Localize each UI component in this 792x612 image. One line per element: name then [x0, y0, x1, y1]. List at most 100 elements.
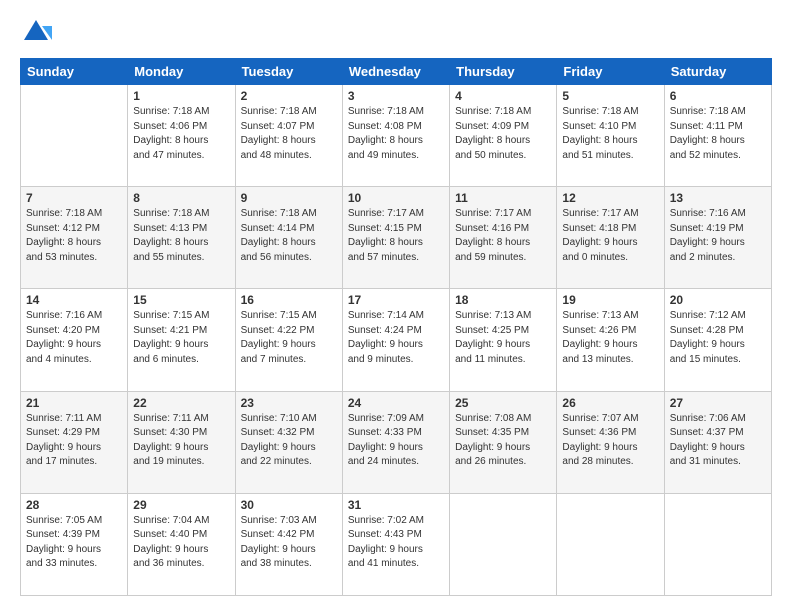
day-info: Sunrise: 7:17 AMSunset: 4:16 PMDaylight:… — [455, 207, 551, 265]
day-number: 20 — [670, 293, 766, 307]
weekday-tuesday: Tuesday — [235, 59, 342, 85]
day-info: Sunrise: 7:18 AMSunset: 4:06 PMDaylight:… — [133, 105, 229, 163]
day-number: 22 — [133, 396, 229, 410]
day-number: 7 — [26, 191, 122, 205]
calendar-cell: 13 Sunrise: 7:16 AMSunset: 4:19 PMDayligh… — [664, 187, 771, 289]
day-info: Sunrise: 7:03 AMSunset: 4:42 PMDaylight:… — [241, 514, 337, 572]
day-number: 29 — [133, 498, 229, 512]
day-number: 23 — [241, 396, 337, 410]
calendar-cell: 31Sunrise: 7:02 AMSunset: 4:43 PMDayligh… — [342, 493, 449, 595]
calendar-cell: 28 Sunrise: 7:05 AMSunset: 4:39 PMDayligh… — [21, 493, 128, 595]
day-info: Sunrise: 7:12 AMSunset: 4:28 PMDaylight:… — [670, 309, 766, 367]
logo-icon — [20, 16, 52, 48]
day-info: Sunrise: 7:16 AMSunset: 4:19 PMDaylight:… — [670, 207, 766, 265]
week-row-1: 1Sunrise: 7:18 AMSunset: 4:06 PMDaylight… — [21, 85, 772, 187]
calendar-cell: 27 Sunrise: 7:06 AMSunset: 4:37 PMDayligh… — [664, 391, 771, 493]
day-info: Sunrise: 7:18 AMSunset: 4:12 PMDaylight:… — [26, 207, 122, 265]
day-number: 15 — [133, 293, 229, 307]
calendar-cell: 6 Sunrise: 7:18 AMSunset: 4:11 PMDaylight… — [664, 85, 771, 187]
day-number: 14 — [26, 293, 122, 307]
day-info: Sunrise: 7:17 AMSunset: 4:18 PMDaylight:… — [562, 207, 658, 265]
calendar-cell — [450, 493, 557, 595]
calendar-cell: 15 Sunrise: 7:15 AMSunset: 4:21 PMDayligh… — [128, 289, 235, 391]
week-row-5: 28 Sunrise: 7:05 AMSunset: 4:39 PMDayligh… — [21, 493, 772, 595]
weekday-wednesday: Wednesday — [342, 59, 449, 85]
day-number: 31 — [348, 498, 444, 512]
day-number: 25 — [455, 396, 551, 410]
logo — [20, 16, 56, 48]
calendar-cell: 22 Sunrise: 7:11 AMSunset: 4:30 PMDayligh… — [128, 391, 235, 493]
day-number: 26 — [562, 396, 658, 410]
calendar-cell — [664, 493, 771, 595]
day-info: Sunrise: 7:18 AMSunset: 4:11 PMDaylight:… — [670, 105, 766, 163]
day-number: 6 — [670, 89, 766, 103]
day-number: 13 — [670, 191, 766, 205]
day-info: Sunrise: 7:17 AMSunset: 4:15 PMDaylight:… — [348, 207, 444, 265]
calendar-table: SundayMondayTuesdayWednesdayThursdayFrid… — [20, 58, 772, 596]
day-info: Sunrise: 7:09 AMSunset: 4:33 PMDaylight:… — [348, 412, 444, 470]
weekday-saturday: Saturday — [664, 59, 771, 85]
calendar-cell: 26 Sunrise: 7:07 AMSunset: 4:36 PMDayligh… — [557, 391, 664, 493]
week-row-2: 7 Sunrise: 7:18 AMSunset: 4:12 PMDaylight… — [21, 187, 772, 289]
page: SundayMondayTuesdayWednesdayThursdayFrid… — [0, 0, 792, 612]
calendar-cell: 17 Sunrise: 7:14 AMSunset: 4:24 PMDayligh… — [342, 289, 449, 391]
day-number: 16 — [241, 293, 337, 307]
calendar-cell: 11 Sunrise: 7:17 AMSunset: 4:16 PMDayligh… — [450, 187, 557, 289]
calendar-cell: 16 Sunrise: 7:15 AMSunset: 4:22 PMDayligh… — [235, 289, 342, 391]
calendar-cell: 3Sunrise: 7:18 AMSunset: 4:08 PMDaylight… — [342, 85, 449, 187]
day-info: Sunrise: 7:11 AMSunset: 4:29 PMDaylight:… — [26, 412, 122, 470]
weekday-friday: Friday — [557, 59, 664, 85]
day-info: Sunrise: 7:18 AMSunset: 4:07 PMDaylight:… — [241, 105, 337, 163]
header — [20, 16, 772, 48]
calendar-cell: 19Sunrise: 7:13 AMSunset: 4:26 PMDayligh… — [557, 289, 664, 391]
day-number: 28 — [26, 498, 122, 512]
calendar-cell: 1Sunrise: 7:18 AMSunset: 4:06 PMDaylight… — [128, 85, 235, 187]
day-number: 4 — [455, 89, 551, 103]
day-number: 9 — [241, 191, 337, 205]
day-number: 2 — [241, 89, 337, 103]
day-number: 24 — [348, 396, 444, 410]
weekday-monday: Monday — [128, 59, 235, 85]
day-number: 12 — [562, 191, 658, 205]
day-info: Sunrise: 7:13 AMSunset: 4:25 PMDaylight:… — [455, 309, 551, 367]
calendar-cell: 7 Sunrise: 7:18 AMSunset: 4:12 PMDaylight… — [21, 187, 128, 289]
day-info: Sunrise: 7:18 AMSunset: 4:10 PMDaylight:… — [562, 105, 658, 163]
calendar-cell — [21, 85, 128, 187]
day-info: Sunrise: 7:18 AMSunset: 4:13 PMDaylight:… — [133, 207, 229, 265]
week-row-3: 14 Sunrise: 7:16 AMSunset: 4:20 PMDayligh… — [21, 289, 772, 391]
calendar-cell: 5 Sunrise: 7:18 AMSunset: 4:10 PMDaylight… — [557, 85, 664, 187]
day-number: 5 — [562, 89, 658, 103]
calendar-cell: 20 Sunrise: 7:12 AMSunset: 4:28 PMDayligh… — [664, 289, 771, 391]
calendar-cell: 25 Sunrise: 7:08 AMSunset: 4:35 PMDayligh… — [450, 391, 557, 493]
day-number: 11 — [455, 191, 551, 205]
day-info: Sunrise: 7:08 AMSunset: 4:35 PMDaylight:… — [455, 412, 551, 470]
day-info: Sunrise: 7:18 AMSunset: 4:08 PMDaylight:… — [348, 105, 444, 163]
day-info: Sunrise: 7:15 AMSunset: 4:21 PMDaylight:… — [133, 309, 229, 367]
calendar-cell: 4 Sunrise: 7:18 AMSunset: 4:09 PMDaylight… — [450, 85, 557, 187]
day-number: 27 — [670, 396, 766, 410]
calendar-cell: 12 Sunrise: 7:17 AMSunset: 4:18 PMDayligh… — [557, 187, 664, 289]
week-row-4: 21 Sunrise: 7:11 AMSunset: 4:29 PMDayligh… — [21, 391, 772, 493]
calendar-cell — [557, 493, 664, 595]
day-number: 10 — [348, 191, 444, 205]
day-info: Sunrise: 7:05 AMSunset: 4:39 PMDaylight:… — [26, 514, 122, 572]
calendar-cell: 24 Sunrise: 7:09 AMSunset: 4:33 PMDayligh… — [342, 391, 449, 493]
day-info: Sunrise: 7:07 AMSunset: 4:36 PMDaylight:… — [562, 412, 658, 470]
day-number: 8 — [133, 191, 229, 205]
day-info: Sunrise: 7:10 AMSunset: 4:32 PMDaylight:… — [241, 412, 337, 470]
weekday-sunday: Sunday — [21, 59, 128, 85]
day-number: 18 — [455, 293, 551, 307]
calendar-cell: 2 Sunrise: 7:18 AMSunset: 4:07 PMDaylight… — [235, 85, 342, 187]
calendar-cell: 21 Sunrise: 7:11 AMSunset: 4:29 PMDayligh… — [21, 391, 128, 493]
day-info: Sunrise: 7:18 AMSunset: 4:09 PMDaylight:… — [455, 105, 551, 163]
day-info: Sunrise: 7:04 AMSunset: 4:40 PMDaylight:… — [133, 514, 229, 572]
day-number: 21 — [26, 396, 122, 410]
day-number: 19 — [562, 293, 658, 307]
day-info: Sunrise: 7:11 AMSunset: 4:30 PMDaylight:… — [133, 412, 229, 470]
calendar-cell: 30Sunrise: 7:03 AMSunset: 4:42 PMDayligh… — [235, 493, 342, 595]
day-info: Sunrise: 7:15 AMSunset: 4:22 PMDaylight:… — [241, 309, 337, 367]
day-info: Sunrise: 7:16 AMSunset: 4:20 PMDaylight:… — [26, 309, 122, 367]
day-info: Sunrise: 7:14 AMSunset: 4:24 PMDaylight:… — [348, 309, 444, 367]
day-number: 17 — [348, 293, 444, 307]
day-info: Sunrise: 7:06 AMSunset: 4:37 PMDaylight:… — [670, 412, 766, 470]
